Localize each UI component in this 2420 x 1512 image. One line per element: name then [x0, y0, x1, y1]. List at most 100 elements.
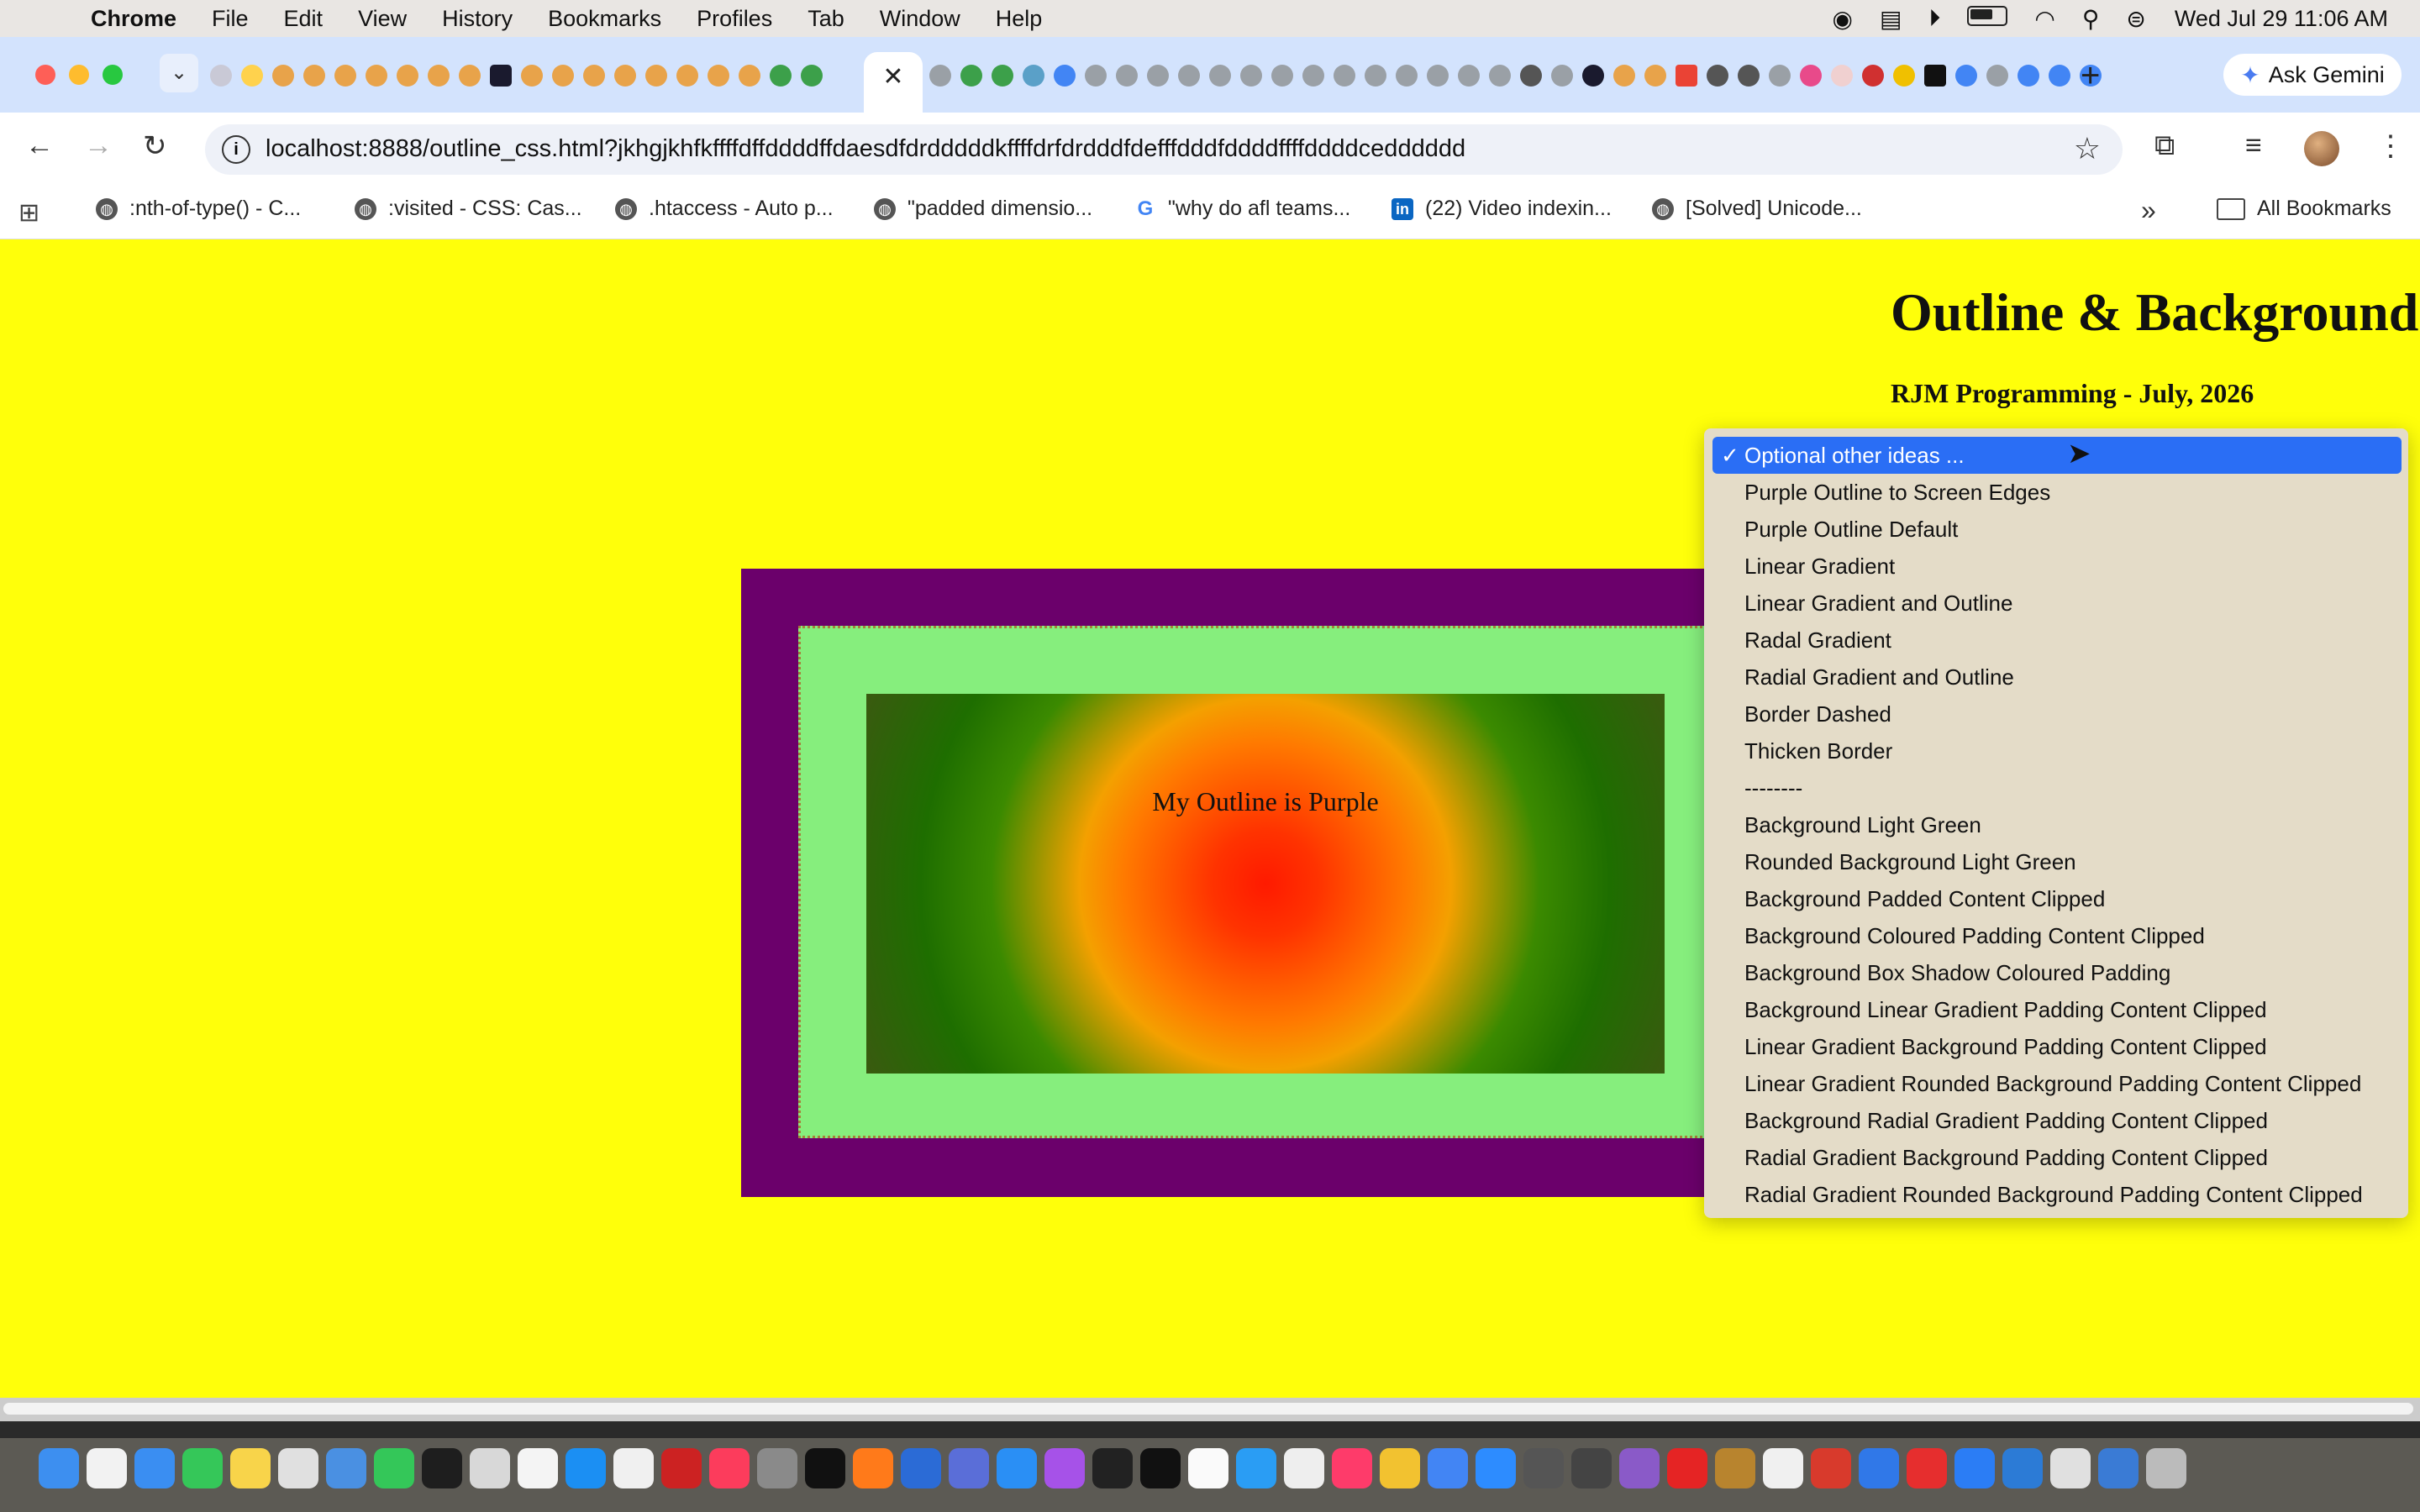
dropdown-option[interactable]: Background Padded Content Clipped	[1704, 880, 2408, 917]
reload-icon[interactable]: ↻	[143, 129, 167, 163]
tab-favicon[interactable]	[2018, 65, 2039, 87]
dropdown-option[interactable]: Linear Gradient	[1704, 548, 2408, 585]
tab-favicon[interactable]	[960, 65, 982, 87]
calendar-icon[interactable]	[1188, 1448, 1228, 1488]
messages-icon[interactable]	[182, 1448, 223, 1488]
quicktime-icon[interactable]	[1236, 1448, 1276, 1488]
tab-favicon[interactable]	[1520, 65, 1542, 87]
control-center-icon[interactable]: ⊜	[2126, 5, 2145, 33]
dropdown-option-selected[interactable]: ✓ Optional other ideas ...	[1712, 437, 2402, 474]
app-store-icon[interactable]	[566, 1448, 606, 1488]
zoom-window-button[interactable]	[103, 65, 123, 85]
preview-icon[interactable]	[1284, 1448, 1324, 1488]
xcode-icon[interactable]	[1859, 1448, 1899, 1488]
menu-bookmarks[interactable]: Bookmarks	[548, 6, 661, 32]
menu-view[interactable]: View	[358, 6, 407, 32]
intellij-icon[interactable]	[1332, 1448, 1372, 1488]
dropdown-option[interactable]: Radal Gradient	[1704, 622, 2408, 659]
url-text[interactable]: localhost:8888/outline_css.html?jkhgjkhf…	[266, 135, 1465, 163]
all-bookmarks-button[interactable]: All Bookmarks	[2217, 197, 2391, 221]
tab-favicon[interactable]	[241, 65, 263, 87]
tab-favicon[interactable]	[1676, 65, 1697, 87]
notes-icon[interactable]	[230, 1448, 271, 1488]
dropdown-separator[interactable]: --------	[1704, 769, 2408, 806]
tab-favicon[interactable]	[1209, 65, 1231, 87]
forward-arrow-icon[interactable]: →	[84, 129, 113, 162]
dropdown-option[interactable]: Background Box Shadow Coloured Padding	[1704, 954, 2408, 991]
new-tab-button[interactable]: +	[2081, 57, 2100, 95]
tab-favicon[interactable]	[992, 65, 1013, 87]
bookmark-item[interactable]: ◍ :nth-of-type() - C...	[96, 197, 301, 221]
tab-favicon[interactable]	[272, 65, 294, 87]
tab-favicon[interactable]	[1271, 65, 1293, 87]
bookmark-star-icon[interactable]: ☆	[2074, 131, 2101, 166]
bookmark-item[interactable]: ◍ .htaccess - Auto p...	[615, 197, 834, 221]
dropdown-option[interactable]: Radial Gradient Rounded Background Paddi…	[1704, 1176, 2408, 1213]
gimp-icon[interactable]	[757, 1448, 797, 1488]
terminal-icon[interactable]	[422, 1448, 462, 1488]
tab-favicon[interactable]	[1613, 65, 1635, 87]
trash-icon[interactable]	[2146, 1448, 2186, 1488]
play-icon[interactable]: ⏵	[1928, 5, 1940, 33]
tab-favicon[interactable]	[1986, 65, 2008, 87]
tab-favicon[interactable]	[1240, 65, 1262, 87]
close-window-button[interactable]	[35, 65, 55, 85]
dropdown-option[interactable]: Background Coloured Padding Content Clip…	[1704, 917, 2408, 954]
tab-favicon[interactable]	[614, 65, 636, 87]
menu-help[interactable]: Help	[996, 6, 1043, 32]
tab-favicon[interactable]	[1644, 65, 1666, 87]
bookmark-item[interactable]: in (22) Video indexin...	[1392, 197, 1612, 221]
tab-favicon[interactable]	[428, 65, 450, 87]
podcasts-icon[interactable]	[1044, 1448, 1085, 1488]
tab-favicon[interactable]	[1769, 65, 1791, 87]
tab-favicon[interactable]	[1054, 65, 1076, 87]
documents-folder-icon[interactable]	[2050, 1448, 2091, 1488]
bluetooth-icon[interactable]	[1954, 1448, 1995, 1488]
filezilla-icon[interactable]	[661, 1448, 702, 1488]
dropdown-option[interactable]: Linear Gradient and Outline	[1704, 585, 2408, 622]
menu-profiles[interactable]: Profiles	[697, 6, 772, 32]
inkscape-icon[interactable]	[1571, 1448, 1612, 1488]
adobe-icon[interactable]	[1907, 1448, 1947, 1488]
tab-favicon[interactable]	[1302, 65, 1324, 87]
tab-favicon[interactable]	[521, 65, 543, 87]
dropdown-option[interactable]: Linear Gradient Background Padding Conte…	[1704, 1028, 2408, 1065]
bookmark-item[interactable]: ◍ [Solved] Unicode...	[1652, 197, 1862, 221]
chrome-icon[interactable]	[1428, 1448, 1468, 1488]
battery-icon[interactable]	[1967, 5, 2008, 32]
tab-favicon[interactable]	[1831, 65, 1853, 87]
tab-favicon[interactable]	[552, 65, 574, 87]
tab-favicon[interactable]	[770, 65, 792, 87]
media-controls-icon[interactable]: ≡	[2245, 129, 2262, 162]
tab-favicon[interactable]	[1396, 65, 1418, 87]
tab-favicon[interactable]	[1085, 65, 1107, 87]
compass-icon[interactable]	[1811, 1448, 1851, 1488]
downloads-folder-icon[interactable]	[2098, 1448, 2139, 1488]
app-icon[interactable]	[1715, 1448, 1755, 1488]
tor-icon[interactable]	[1619, 1448, 1660, 1488]
tab-favicon[interactable]	[739, 65, 760, 87]
more-bookmarks-chevron-icon[interactable]: »	[2141, 195, 2156, 226]
tab-favicon[interactable]	[334, 65, 356, 87]
menu-file[interactable]: File	[212, 6, 249, 32]
launchpad-icon[interactable]	[278, 1448, 318, 1488]
spotlight-search-icon[interactable]: ⚲	[2082, 5, 2100, 33]
calendar-status-icon[interactable]: ▤	[1880, 5, 1902, 33]
network-icon[interactable]	[2002, 1448, 2043, 1488]
tab-favicon[interactable]	[1427, 65, 1449, 87]
mastodon-icon[interactable]	[1763, 1448, 1803, 1488]
more-menu-icon[interactable]: ⋮	[2376, 129, 2405, 163]
tab-favicon[interactable]	[1707, 65, 1728, 87]
finder-icon[interactable]	[39, 1448, 79, 1488]
dropdown-option[interactable]: Rounded Background Light Green	[1704, 843, 2408, 880]
console-icon[interactable]	[1140, 1448, 1181, 1488]
apps-grid-icon[interactable]: ⊞	[18, 198, 39, 228]
mail-icon[interactable]	[134, 1448, 175, 1488]
menu-history[interactable]: History	[442, 6, 513, 32]
menu-app-name[interactable]: Chrome	[91, 6, 176, 32]
menu-clock[interactable]: Wed Jul 29 11:06 AM	[2175, 6, 2388, 32]
tab-favicon[interactable]	[1738, 65, 1760, 87]
tab-favicon[interactable]	[459, 65, 481, 87]
menu-edit[interactable]: Edit	[284, 6, 324, 32]
tab-favicon[interactable]	[303, 65, 325, 87]
